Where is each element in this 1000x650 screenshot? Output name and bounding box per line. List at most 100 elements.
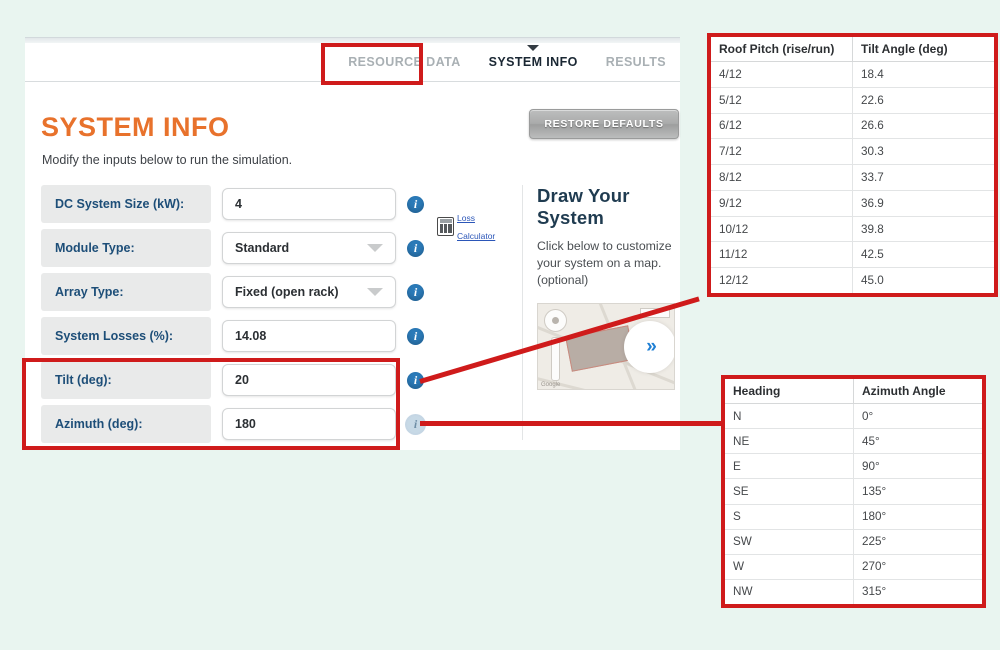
table-row: 10/12 39.8 bbox=[711, 216, 994, 243]
label-array-type: Array Type: bbox=[41, 273, 211, 311]
table-row: 12/12 45.0 bbox=[711, 267, 994, 293]
table-row: S 180° bbox=[725, 504, 982, 530]
table-row: 7/12 30.3 bbox=[711, 138, 994, 166]
table-cell: E bbox=[725, 453, 854, 480]
table-row: SW 225° bbox=[725, 529, 982, 555]
table-cell: 18.4 bbox=[852, 61, 994, 88]
tab-results[interactable]: RESULTS bbox=[592, 47, 680, 77]
table-row: 9/12 36.9 bbox=[711, 190, 994, 217]
table-cell: W bbox=[725, 554, 854, 580]
table-row: NW 315° bbox=[725, 579, 982, 604]
label-module-type: Module Type: bbox=[41, 229, 211, 267]
table-cell: 42.5 bbox=[852, 241, 994, 269]
chevron-down-icon bbox=[367, 288, 383, 296]
map-thumbnail[interactable]: Google » bbox=[537, 303, 675, 390]
table-cell: 180° bbox=[853, 504, 982, 530]
table-cell: 270° bbox=[853, 554, 982, 580]
roof-pitch-reference-table: Roof Pitch (rise/run) Tilt Angle (deg) 4… bbox=[707, 33, 998, 297]
map-next-arrow-icon[interactable]: » bbox=[624, 320, 674, 373]
table-cell: 0° bbox=[853, 403, 982, 430]
table-cell: 135° bbox=[853, 478, 982, 505]
loss-calculator-link[interactable]: Loss Calculator bbox=[437, 208, 495, 244]
table-header-row: Roof Pitch (rise/run) Tilt Angle (deg) bbox=[711, 37, 994, 62]
table-row: 11/12 42.5 bbox=[711, 241, 994, 269]
label-system-losses: System Losses (%): bbox=[41, 317, 211, 355]
table-cell: 33.7 bbox=[852, 164, 994, 191]
table-row: W 270° bbox=[725, 554, 982, 580]
table-row: N 0° bbox=[725, 403, 982, 430]
table-cell: SE bbox=[725, 478, 854, 505]
table-cell: 315° bbox=[862, 585, 887, 599]
page-subtitle: Modify the inputs below to run the simul… bbox=[42, 153, 293, 167]
tab-system-info-wrapper: SYSTEM INFO bbox=[475, 44, 592, 77]
table-cell: 11/12 bbox=[711, 241, 853, 269]
form-row-system-losses: System Losses (%): 14.08 i bbox=[41, 317, 441, 355]
table-cell: 7/12 bbox=[711, 138, 853, 166]
annotation-box-system-info-tab bbox=[321, 43, 423, 85]
table-row: NE 45° bbox=[725, 428, 982, 455]
azimuth-reference-table: Heading Azimuth Angle N 0° NE 45° E 90° SE 135°… bbox=[721, 375, 986, 608]
loss-calculator-label: Loss Calculator bbox=[457, 208, 495, 244]
table-cell: 22.6 bbox=[852, 87, 994, 114]
table-cell: 90° bbox=[853, 453, 982, 480]
loss-calculator-line1: Loss bbox=[457, 213, 475, 223]
table-row: 5/12 22.6 bbox=[711, 87, 994, 114]
chevron-down-icon bbox=[367, 244, 383, 252]
map-attribution: Google bbox=[541, 382, 561, 388]
input-system-losses[interactable]: 14.08 bbox=[222, 320, 396, 352]
table-cell: 30.3 bbox=[852, 138, 994, 166]
value-dc-system-size: 4 bbox=[235, 197, 242, 211]
table-cell: 36.9 bbox=[852, 190, 994, 217]
table-cell: 12/12 bbox=[711, 267, 853, 293]
table-cell: N bbox=[725, 403, 854, 430]
select-module-type[interactable]: Standard bbox=[222, 232, 396, 264]
info-icon-dc-system-size[interactable]: i bbox=[407, 195, 424, 213]
restore-defaults-button[interactable]: RESTORE DEFAULTS bbox=[529, 109, 679, 139]
draw-your-system-description: Click below to customize your system on … bbox=[537, 239, 672, 287]
annotation-connector-azimuth bbox=[420, 421, 723, 426]
table-row: SE 135° bbox=[725, 478, 982, 505]
draw-your-system-title: Draw Your System bbox=[537, 185, 630, 228]
table-cell: S bbox=[725, 504, 854, 530]
column-header-roof-pitch: Roof Pitch (rise/run) bbox=[711, 37, 853, 62]
table-row: E 90° bbox=[725, 453, 982, 480]
table-row: 4/12 18.4 bbox=[711, 61, 994, 88]
tab-system-info[interactable]: SYSTEM INFO bbox=[475, 47, 592, 77]
table-cell: 5/12 bbox=[711, 87, 853, 114]
info-icon-array-type[interactable]: i bbox=[407, 283, 424, 301]
form-row-module-type: Module Type: Standard i bbox=[41, 229, 441, 267]
value-system-losses: 14.08 bbox=[235, 329, 267, 343]
loss-calculator-line2: Calculator bbox=[457, 231, 496, 241]
annotation-box-tilt-azimuth-fields bbox=[22, 358, 400, 450]
info-icon-system-losses[interactable]: i bbox=[407, 327, 424, 345]
table-row: 8/12 33.7 bbox=[711, 164, 994, 191]
table-cell: 8/12 bbox=[711, 164, 853, 191]
table-cell: SW bbox=[725, 529, 854, 555]
tab-active-arrow-icon bbox=[527, 44, 540, 51]
value-array-type: Fixed (open rack) bbox=[235, 285, 339, 299]
page-title: SYSTEM INFO bbox=[41, 112, 230, 142]
label-dc-system-size: DC System Size (kW): bbox=[41, 185, 211, 223]
table-cell: 4/12 bbox=[711, 61, 853, 88]
table-cell: 45.0 bbox=[861, 274, 884, 288]
table-cell: 39.8 bbox=[852, 216, 994, 243]
table-cell: 45° bbox=[853, 428, 982, 455]
column-header-azimuth-angle: Azimuth Angle bbox=[853, 379, 982, 404]
table-cell: 225° bbox=[853, 529, 982, 555]
table-cell: NW bbox=[725, 579, 854, 604]
table-cell: 26.6 bbox=[852, 113, 994, 140]
input-dc-system-size[interactable]: 4 bbox=[222, 188, 396, 220]
draw-your-system-section: Draw Your System Click below to customiz… bbox=[522, 185, 697, 440]
select-array-type[interactable]: Fixed (open rack) bbox=[222, 276, 396, 308]
table-cell: 6/12 bbox=[711, 113, 853, 140]
calculator-icon bbox=[437, 216, 454, 236]
form-row-array-type: Array Type: Fixed (open rack) i bbox=[41, 273, 441, 311]
form-row-dc-system-size: DC System Size (kW): 4 i bbox=[41, 185, 441, 223]
table-row: 6/12 26.6 bbox=[711, 113, 994, 140]
map-pan-control[interactable] bbox=[544, 309, 567, 332]
table-header-row: Heading Azimuth Angle bbox=[725, 379, 982, 404]
column-header-tilt-angle: Tilt Angle (deg) bbox=[852, 37, 994, 62]
table-cell: NE bbox=[725, 428, 854, 455]
column-header-heading: Heading bbox=[725, 379, 854, 404]
info-icon-module-type[interactable]: i bbox=[407, 239, 424, 257]
